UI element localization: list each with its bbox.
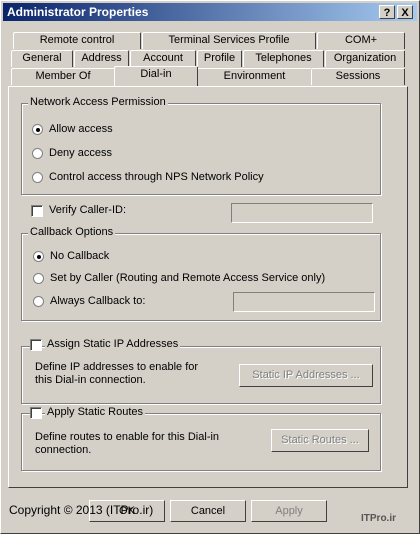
radio-deny-access[interactable] [32, 148, 43, 159]
help-button[interactable]: ? [379, 5, 395, 19]
copyright-overlay: Copyright © 2013 (ITPro.ir) [9, 503, 154, 517]
static-ip-checkbox[interactable] [30, 339, 42, 351]
cancel-button[interactable]: Cancel [170, 500, 246, 522]
static-routes-button[interactable]: Static Routes ... [271, 429, 369, 452]
deny-access-label: Deny access [49, 147, 112, 159]
dial-in-panel: Network Access Permission Allow access D… [8, 86, 408, 488]
allow-access-label: Allow access [49, 123, 113, 135]
verify-caller-label: Verify Caller-ID: [49, 204, 127, 216]
radio-allow-access[interactable] [32, 124, 43, 135]
tab-com-plus[interactable]: COM+ [317, 32, 405, 49]
tab-address[interactable]: Address [74, 50, 129, 67]
always-callback-label: Always Callback to: [50, 295, 146, 307]
set-by-caller-label: Set by Caller (Routing and Remote Access… [50, 272, 326, 284]
properties-window: Administrator Properties ? X Remote cont… [0, 0, 420, 534]
static-routes-checkbox[interactable] [30, 407, 42, 419]
window-title: Administrator Properties [7, 5, 149, 19]
radio-no-callback[interactable] [33, 251, 44, 262]
tab-sessions[interactable]: Sessions [311, 68, 405, 85]
watermark-logo: ITPro.ir [361, 513, 397, 524]
nps-policy-label: Control access through NPS Network Polic… [49, 171, 264, 183]
tab-general[interactable]: General [11, 50, 73, 67]
tab-member-of[interactable]: Member Of [11, 68, 115, 85]
close-button[interactable]: X [397, 5, 413, 19]
tab-environment[interactable]: Environment [197, 68, 312, 85]
tab-organization[interactable]: Organization [325, 50, 405, 67]
static-routes-label: Apply Static Routes [45, 406, 145, 418]
title-bar: Administrator Properties ? X [3, 3, 417, 21]
verify-caller-checkbox[interactable] [31, 205, 43, 217]
static-ip-label: Assign Static IP Addresses [45, 338, 181, 350]
radio-set-by-caller[interactable] [33, 273, 44, 284]
apply-button[interactable]: Apply [251, 500, 327, 522]
verify-caller-field[interactable] [231, 203, 373, 223]
network-access-title: Network Access Permission [28, 96, 168, 108]
no-callback-label: No Callback [50, 250, 110, 262]
callback-number-field[interactable] [233, 292, 375, 312]
radio-nps-policy[interactable] [32, 172, 43, 183]
static-ip-description: Define IP addresses to enable for this D… [35, 361, 199, 386]
callback-title: Callback Options [28, 226, 116, 238]
tab-dial-in[interactable]: Dial-in [114, 66, 198, 86]
static-ip-button[interactable]: Static IP Addresses ... [239, 364, 373, 387]
tab-telephones[interactable]: Telephones [243, 50, 324, 67]
tab-terminal-services-profile[interactable]: Terminal Services Profile [142, 32, 316, 49]
tab-profile[interactable]: Profile [197, 50, 242, 67]
tab-remote-control[interactable]: Remote control [13, 32, 141, 49]
tab-account[interactable]: Account [130, 50, 196, 67]
radio-always-callback[interactable] [33, 296, 44, 307]
static-routes-description: Define routes to enable for this Dial-in… [35, 431, 220, 456]
